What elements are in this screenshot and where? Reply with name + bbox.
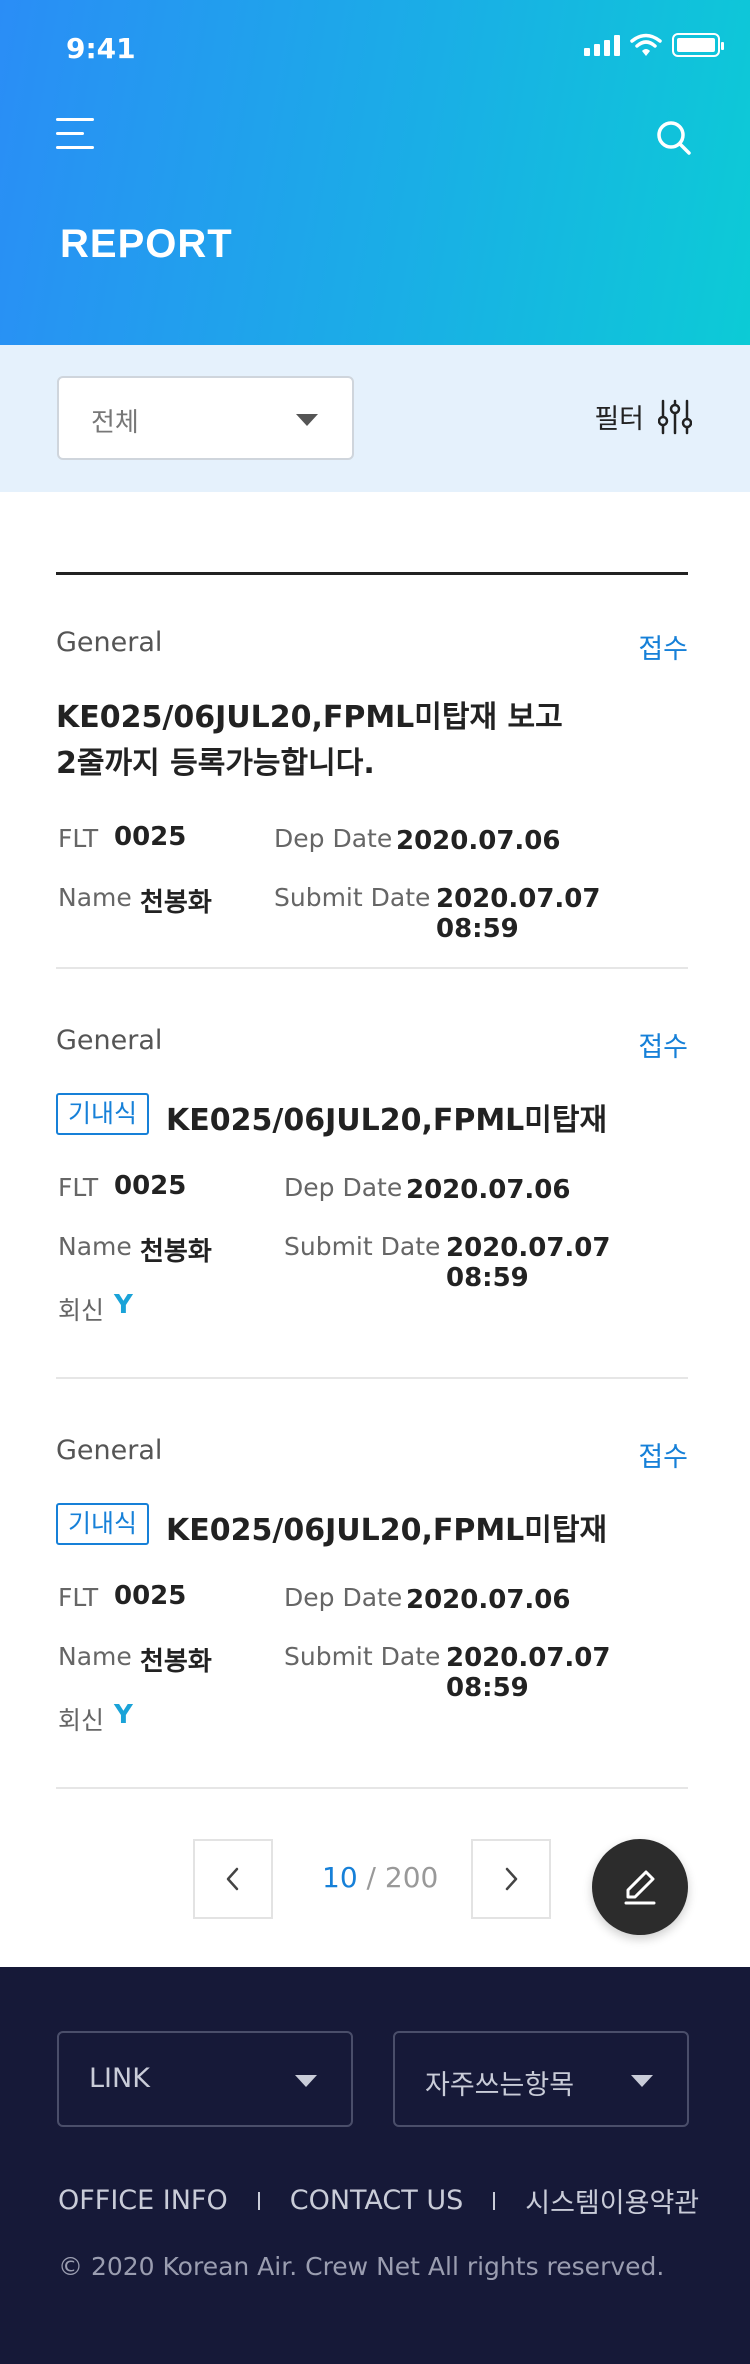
report-title: KE025/06JUL20,FPML미탑재 bbox=[166, 1513, 608, 1548]
pencil-icon bbox=[624, 1870, 656, 1905]
flt-value: 0025 bbox=[114, 822, 187, 852]
copyright: © 2020 Korean Air. Crew Net All rights r… bbox=[58, 2252, 665, 2281]
reply-value: Y bbox=[114, 1700, 133, 1730]
dep-date-value: 2020.07.06 bbox=[396, 826, 561, 856]
office-info-link[interactable]: OFFICE INFO bbox=[58, 2185, 228, 2216]
report-type-badge: 기내식 bbox=[56, 1503, 150, 1545]
report-category: General bbox=[56, 1435, 163, 1466]
list-top-rule bbox=[56, 572, 688, 575]
name-label: Name bbox=[58, 1642, 132, 1671]
name-label: Name bbox=[58, 1232, 132, 1261]
menu-icon[interactable] bbox=[56, 118, 96, 154]
caret-down-icon bbox=[295, 2075, 317, 2087]
report-title-line-1: KE025/06JUL20,FPML미탑재 보고 bbox=[56, 700, 563, 735]
filter-label: 필터 bbox=[594, 404, 644, 435]
name-value: 천봉화 bbox=[140, 1647, 212, 1677]
filter-bar: 전체 필터 bbox=[0, 345, 750, 492]
name-value: 천봉화 bbox=[140, 888, 212, 918]
reply-label: 회신 bbox=[58, 1296, 105, 1325]
report-item[interactable]: General 접수 기내식 KE025/06JUL20,FPML미탑재 FLT… bbox=[56, 1025, 688, 1325]
status-icons bbox=[584, 30, 724, 60]
link-separator bbox=[257, 2191, 260, 2210]
reply-value: Y bbox=[114, 1290, 133, 1320]
report-status[interactable]: 접수 bbox=[638, 1435, 688, 1474]
submit-date-value: 2020.07.07 08:59 bbox=[436, 884, 601, 944]
report-category: General bbox=[56, 1025, 163, 1056]
page-title: REPORT bbox=[60, 222, 233, 266]
footer: LINK 자주쓰는항목 OFFICE INFO CONTACT US 시스템이용… bbox=[0, 1967, 750, 2364]
reply-label: 회신 bbox=[58, 1706, 105, 1735]
filter-button[interactable]: 필터 bbox=[594, 397, 692, 436]
report-title-line-2: 2줄까지 등록가능합니다. bbox=[56, 746, 375, 781]
report-title: KE025/06JUL20,FPML미탑재 bbox=[166, 1103, 608, 1138]
submit-date-value: 2020.07.07 08:59 bbox=[446, 1233, 611, 1293]
next-page-button[interactable] bbox=[471, 1839, 551, 1919]
flt-label: FLT bbox=[58, 1583, 99, 1612]
submit-date-label: Submit Date bbox=[274, 883, 431, 912]
category-select-value: 전체 bbox=[91, 408, 139, 438]
submit-date-label: Submit Date bbox=[284, 1232, 441, 1261]
flt-label: FLT bbox=[58, 824, 99, 853]
caret-down-icon bbox=[631, 2075, 653, 2087]
report-status[interactable]: 접수 bbox=[638, 1025, 688, 1064]
flt-value: 0025 bbox=[114, 1581, 187, 1611]
dep-date-value: 2020.07.06 bbox=[406, 1585, 571, 1615]
report-item[interactable]: General 접수 KE025/06JUL20,FPML미탑재 보고 2줄까지… bbox=[56, 627, 688, 944]
dep-date-label: Dep Date bbox=[284, 1583, 403, 1612]
faq-select-value: 자주쓰는항목 bbox=[425, 2070, 575, 2101]
status-bar: 9:41 bbox=[0, 0, 750, 96]
list-divider bbox=[56, 967, 688, 969]
cellular-signal-icon bbox=[584, 34, 620, 56]
list-divider bbox=[56, 1787, 688, 1789]
prev-page-button[interactable] bbox=[193, 1839, 273, 1919]
caret-down-icon bbox=[296, 414, 318, 426]
category-select[interactable]: 전체 bbox=[57, 376, 354, 460]
report-title: KE025/06JUL20,FPML미탑재 보고 2줄까지 등록가능합니다. bbox=[56, 695, 688, 787]
wifi-icon bbox=[630, 33, 662, 56]
status-time: 9:41 bbox=[66, 32, 136, 65]
link-separator bbox=[493, 2191, 496, 2210]
footer-links: OFFICE INFO CONTACT US 시스템이용약관 bbox=[58, 2181, 699, 2220]
submit-date-value: 2020.07.07 08:59 bbox=[446, 1643, 611, 1703]
flt-label: FLT bbox=[58, 1173, 99, 1202]
report-category: General bbox=[56, 627, 163, 658]
contact-us-link[interactable]: CONTACT US bbox=[290, 2185, 464, 2216]
list-divider bbox=[56, 1377, 688, 1379]
dep-date-label: Dep Date bbox=[274, 824, 393, 853]
total-pages: 200 bbox=[384, 1861, 439, 1894]
report-status[interactable]: 접수 bbox=[638, 627, 688, 666]
terms-link[interactable]: 시스템이용약관 bbox=[525, 2181, 699, 2220]
chevron-left-icon bbox=[226, 1867, 239, 1891]
report-item[interactable]: General 접수 기내식 KE025/06JUL20,FPML미탑재 FLT… bbox=[56, 1435, 688, 1735]
page-indicator: 10 / 200 bbox=[322, 1861, 438, 1894]
flt-value: 0025 bbox=[114, 1171, 187, 1201]
battery-icon bbox=[672, 33, 724, 57]
app-header: 9:41 REPORT bbox=[0, 0, 750, 345]
dep-date-label: Dep Date bbox=[284, 1173, 403, 1202]
page-separator: / bbox=[357, 1861, 385, 1894]
write-report-button[interactable] bbox=[592, 1839, 688, 1935]
search-icon[interactable] bbox=[654, 118, 694, 158]
dep-date-value: 2020.07.06 bbox=[406, 1175, 571, 1205]
submit-date-label: Submit Date bbox=[284, 1642, 441, 1671]
link-select[interactable]: LINK bbox=[57, 2031, 353, 2127]
sliders-icon bbox=[658, 399, 692, 434]
report-type-badge: 기내식 bbox=[56, 1093, 150, 1135]
name-label: Name bbox=[58, 883, 132, 912]
link-select-value: LINK bbox=[89, 2063, 150, 2094]
chevron-right-icon bbox=[505, 1867, 518, 1891]
current-page: 10 bbox=[322, 1861, 358, 1894]
faq-select[interactable]: 자주쓰는항목 bbox=[393, 2031, 689, 2127]
name-value: 천봉화 bbox=[140, 1237, 212, 1267]
